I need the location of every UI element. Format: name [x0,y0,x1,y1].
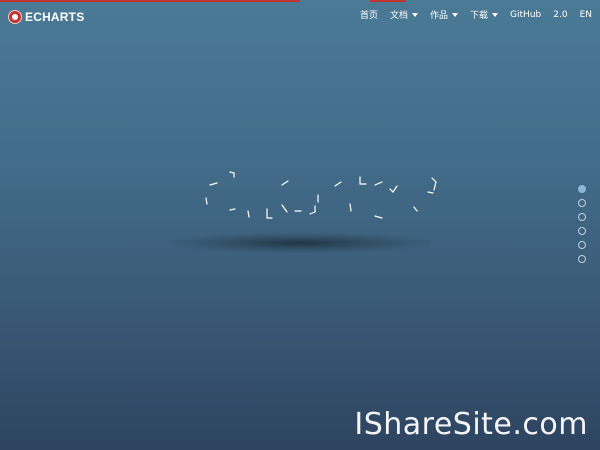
stroke-dash [281,180,289,186]
nav-item-docs[interactable]: 文档 [390,8,419,21]
page-dot-6[interactable] [578,255,586,263]
page-dot-1[interactable] [578,185,586,193]
stroke-dash [334,181,342,187]
nav-item-label: EN [579,9,592,20]
nav-item-version[interactable]: 2.0 [553,8,567,21]
navbar: ECHARTS 首页 文档 作品 下载 GitHub 2.0 EN [0,2,600,30]
stroke-dash [266,208,273,219]
stroke-dash [229,208,236,211]
page-dot-3[interactable] [578,213,586,221]
stroke-dash [427,191,434,194]
nav-item-download[interactable]: 下载 [470,8,499,21]
hero-shadow [170,233,430,253]
nav-item-label: 下载 [470,11,489,21]
nav-item-label: 作品 [430,11,449,21]
page-dot-4[interactable] [578,227,586,235]
nav-item-github[interactable]: GitHub [510,8,541,21]
stroke-dash [281,204,288,213]
stroke-dash [247,210,250,218]
nav-item-label: 首页 [359,11,378,21]
stroke-dash [374,181,383,186]
nav-item-label: 2.0 [553,9,568,20]
stroke-dash [413,206,418,212]
stroke-dash [431,177,437,191]
nav-item-label: GitHub [510,9,542,20]
stroke-dash [389,185,398,193]
nav-item-language[interactable]: EN [580,8,592,21]
brand-name: ECHARTS [25,10,85,24]
stroke-dash [374,215,383,219]
chevron-down-icon [412,12,419,17]
brand-logo[interactable]: ECHARTS [8,7,84,27]
stroke-dash [209,182,218,186]
nav-item-home[interactable]: 首页 [360,8,378,21]
nav-item-label: 文档 [390,11,409,21]
chevron-down-icon [492,12,499,17]
page-indicator [578,185,586,263]
stroke-dash [359,176,367,185]
stroke-dash [205,197,208,205]
stroke-dash [229,171,235,178]
watermark: IShareSite.com [354,407,588,442]
page-dot-2[interactable] [578,199,586,207]
stroke-dash [349,203,352,212]
main-nav: 首页 文档 作品 下载 GitHub 2.0 EN [360,8,592,22]
nav-item-works[interactable]: 作品 [430,8,459,21]
stroke-dash [309,205,316,215]
echarts-logo-icon [8,10,22,24]
chevron-down-icon [452,12,459,17]
page-dot-5[interactable] [578,241,586,249]
